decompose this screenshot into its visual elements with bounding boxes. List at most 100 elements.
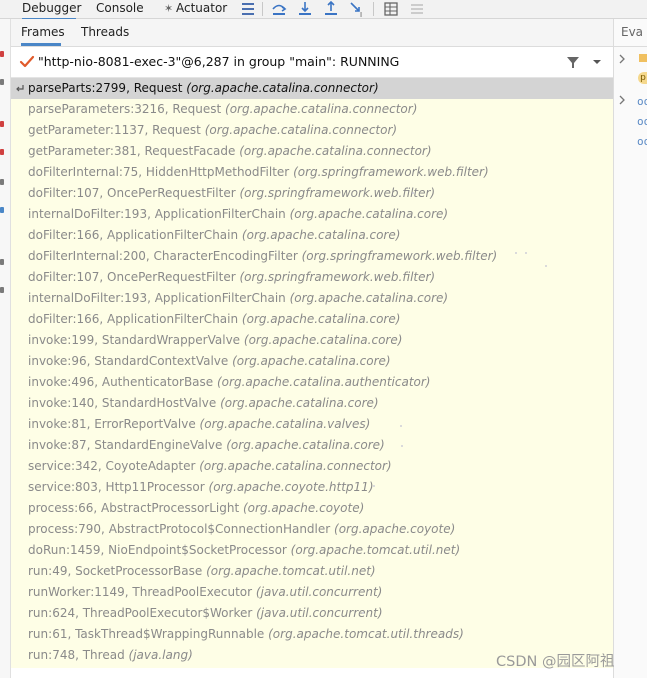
frames-threads-tabs: Frames Threads xyxy=(11,19,613,47)
stack-frame[interactable]: run:61, TaskThread$WrappingRunnable (org… xyxy=(11,624,613,645)
frame-package: (org.apache.coyote.http11) xyxy=(208,480,374,494)
run-to-cursor-icon[interactable]: I xyxy=(348,0,366,18)
frame-method: getParameter:1137, Request xyxy=(28,123,201,137)
stack-frame[interactable]: invoke:140, StandardHostValve (org.apach… xyxy=(11,393,613,414)
frame-method: doFilterInternal:75, HiddenHttpMethodFil… xyxy=(28,165,290,179)
frame-method: invoke:81, ErrorReportValve xyxy=(28,417,196,431)
gutter-marker xyxy=(0,179,4,185)
frame-method: getParameter:381, RequestFacade xyxy=(28,144,236,158)
frame-package: (org.springframework.web.filter) xyxy=(293,165,489,179)
stack-frame[interactable]: internalDoFilter:193, ApplicationFilterC… xyxy=(11,204,613,225)
frame-method: internalDoFilter:193, ApplicationFilterC… xyxy=(28,291,286,305)
frame-package: (org.apache.catalina.connector) xyxy=(239,144,432,158)
frame-package: (org.springframework.web.filter) xyxy=(301,249,498,263)
evaluate-label: Eva xyxy=(621,25,644,39)
frame-package: (org.springframework.web.filter) xyxy=(239,270,436,284)
chevron-right-icon[interactable] xyxy=(618,54,626,64)
stack-frame[interactable]: invoke:199, StandardWrapperValve (org.ap… xyxy=(11,330,613,351)
stack-frame[interactable]: runWorker:1149, ThreadPoolExecutor (java… xyxy=(11,582,613,603)
frame-method: service:342, CoyoteAdapter xyxy=(28,459,196,473)
stack-frame[interactable]: doFilterInternal:75, HiddenHttpMethodFil… xyxy=(11,162,613,183)
chevron-down-icon[interactable] xyxy=(592,58,602,66)
stack-icon xyxy=(639,54,647,62)
frame-package: (org.apache.catalina.core) xyxy=(220,396,379,410)
stack-frame[interactable]: invoke:87, StandardEngineValve (org.apac… xyxy=(11,435,613,456)
tab-threads[interactable]: Threads xyxy=(81,19,129,43)
frame-package: (org.apache.tomcat.util.net) xyxy=(290,543,461,557)
checkmark-icon xyxy=(19,55,35,68)
tab-frames[interactable]: Frames xyxy=(21,19,65,46)
frame-method: doFilter:107, OncePerRequestFilter xyxy=(28,270,236,284)
gutter-marker xyxy=(0,259,4,265)
frame-method: invoke:87, StandardEngineValve xyxy=(28,438,223,452)
frame-method: runWorker:1149, ThreadPoolExecutor xyxy=(28,585,253,599)
stack-frame[interactable]: doFilter:166, ApplicationFilterChain (or… xyxy=(11,225,613,246)
stack-frame[interactable]: getParameter:381, RequestFacade (org.apa… xyxy=(11,141,613,162)
stack-frame[interactable]: getParameter:1137, Request (org.apache.c… xyxy=(11,120,613,141)
tab-debugger[interactable]: Debugger xyxy=(22,0,81,21)
breakpoint-marker xyxy=(0,121,4,127)
noise-dot xyxy=(412,192,414,194)
tab-console[interactable]: Console xyxy=(96,0,144,18)
frame-package: (org.apache.catalina.core) xyxy=(226,438,385,452)
frame-method: doFilterInternal:200, CharacterEncodingF… xyxy=(28,249,298,263)
stack-frame[interactable]: doFilter:166, ApplicationFilterChain (or… xyxy=(11,309,613,330)
stack-frame[interactable]: internalDoFilter:193, ApplicationFilterC… xyxy=(11,288,613,309)
noise-dot xyxy=(525,252,527,254)
frame-package: (org.apache.catalina.connector) xyxy=(199,459,392,473)
frame-method: run:624, ThreadPoolExecutor$Worker xyxy=(28,606,253,620)
return-arrow-icon xyxy=(16,85,24,92)
step-out-icon[interactable] xyxy=(322,0,340,18)
frame-method: internalDoFilter:193, ApplicationFilterC… xyxy=(28,207,286,221)
stack-frame[interactable]: process:66, AbstractProcessorLight (org.… xyxy=(11,498,613,519)
stack-frame-selected[interactable]: parseParts:2799, Request (org.apache.cat… xyxy=(11,78,613,99)
frame-package: (java.lang) xyxy=(128,648,193,662)
stack-frame[interactable]: process:790, AbstractProtocol$Connection… xyxy=(11,519,613,540)
variables-panel: p oo oo oo xyxy=(613,19,647,678)
watch-glasses-icon: oo xyxy=(637,115,647,128)
step-over-icon[interactable] xyxy=(270,0,288,18)
breakpoint-marker xyxy=(0,51,4,57)
stack-frame[interactable]: invoke:96, StandardContextValve (org.apa… xyxy=(11,351,613,372)
frame-package: (org.apache.catalina.core) xyxy=(289,207,449,221)
frame-method: invoke:96, StandardContextValve xyxy=(28,354,229,368)
frame-package: (org.apache.catalina.connector) xyxy=(204,123,398,137)
frame-method: parseParts:2799, Request xyxy=(28,81,183,95)
stack-frame[interactable]: run:624, ThreadPoolExecutor$Worker (java… xyxy=(11,603,613,624)
stack-frame[interactable]: parseParameters:3216, Request (org.apach… xyxy=(11,99,613,120)
toolbar-divider xyxy=(373,2,374,16)
noise-dot xyxy=(373,485,375,487)
panel-divider xyxy=(614,46,647,47)
stack-frame[interactable]: doFilterInternal:200, CharacterEncodingF… xyxy=(11,246,613,267)
stack-frame[interactable]: invoke:496, AuthenticatorBase (org.apach… xyxy=(11,372,613,393)
stack-frame[interactable]: invoke:81, ErrorReportValve (org.apache.… xyxy=(11,414,613,435)
stack-frame[interactable]: service:803, Http11Processor (org.apache… xyxy=(11,477,613,498)
chevron-right-icon[interactable] xyxy=(618,95,626,105)
frame-method: parseParameters:3216, Request xyxy=(28,102,222,116)
stack-frame[interactable]: doRun:1459, NioEndpoint$SocketProcessor … xyxy=(11,540,613,561)
frame-method: run:748, Thread xyxy=(28,648,125,662)
thread-selector[interactable]: "http-nio-8081-exec-3"@6,287 in group "m… xyxy=(11,47,613,78)
tab-actuator[interactable]: ✶ Actuator xyxy=(164,0,230,18)
gutter-marker xyxy=(0,79,4,85)
frame-method: doRun:1459, NioEndpoint$SocketProcessor xyxy=(28,543,287,557)
frame-package: (org.apache.catalina.core) xyxy=(289,291,449,305)
stack-frame[interactable]: service:342, CoyoteAdapter (org.apache.c… xyxy=(11,456,613,477)
stack-frame[interactable]: run:49, SocketProcessorBase (org.apache.… xyxy=(11,561,613,582)
settings-list-icon[interactable] xyxy=(408,0,426,18)
toolbar-divider xyxy=(262,2,263,16)
stack-frame[interactable]: doFilter:107, OncePerRequestFilter (org.… xyxy=(11,267,613,288)
frame-method: invoke:496, AuthenticatorBase xyxy=(28,375,214,389)
step-into-icon[interactable] xyxy=(296,0,314,18)
frame-package: (org.springframework.web.filter) xyxy=(239,186,436,200)
evaluate-table-icon[interactable] xyxy=(382,0,400,18)
frame-package: (org.apache.catalina.valves) xyxy=(199,417,371,431)
layout-menu-icon[interactable] xyxy=(239,0,257,18)
frame-package: (org.apache.coyote) xyxy=(334,522,456,536)
filter-icon[interactable] xyxy=(566,55,580,69)
frame-package: (org.apache.catalina.connector) xyxy=(225,102,418,116)
noise-dot xyxy=(401,445,403,447)
stack-frame[interactable]: doFilter:107, OncePerRequestFilter (org.… xyxy=(11,183,613,204)
gutter-marker xyxy=(0,207,4,213)
noise-dot xyxy=(400,425,402,427)
